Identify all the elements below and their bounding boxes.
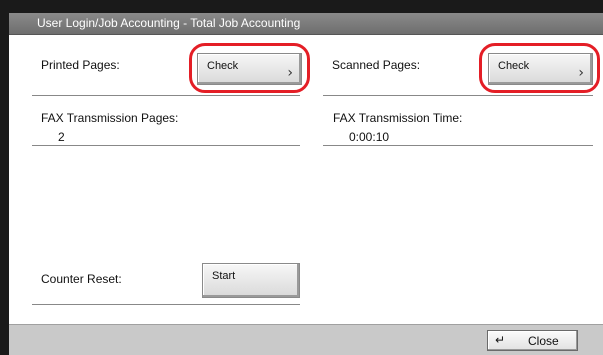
printed-pages-label: Printed Pages: xyxy=(41,58,120,72)
fax-transmission-time-label: FAX Transmission Time: xyxy=(333,111,463,125)
footer-bar: ↵ Close xyxy=(9,324,603,355)
close-button[interactable]: ↵ Close xyxy=(487,330,578,351)
divider xyxy=(32,95,300,96)
enter-icon: ↵ xyxy=(495,333,506,347)
counter-reset-start-label: Start xyxy=(212,270,236,282)
close-button-label: Close xyxy=(528,334,559,348)
total-job-accounting-panel: User Login/Job Accounting - Total Job Ac… xyxy=(9,13,603,355)
divider xyxy=(323,95,593,96)
highlight-ring-printed xyxy=(189,43,310,93)
divider xyxy=(323,145,593,146)
divider xyxy=(32,145,300,146)
scanned-pages-label: Scanned Pages: xyxy=(332,58,421,72)
highlight-ring-scanned xyxy=(479,43,600,93)
counter-reset-label: Counter Reset: xyxy=(41,272,122,286)
window-title: User Login/Job Accounting - Total Job Ac… xyxy=(37,16,301,30)
fax-transmission-pages-value: 2 xyxy=(58,130,65,144)
counter-reset-start-button[interactable]: Start xyxy=(202,263,300,298)
window-title-bar: User Login/Job Accounting - Total Job Ac… xyxy=(9,13,603,35)
divider xyxy=(32,304,300,305)
fax-transmission-pages-label: FAX Transmission Pages: xyxy=(41,111,179,125)
fax-transmission-time-value: 0:00:10 xyxy=(349,130,390,144)
